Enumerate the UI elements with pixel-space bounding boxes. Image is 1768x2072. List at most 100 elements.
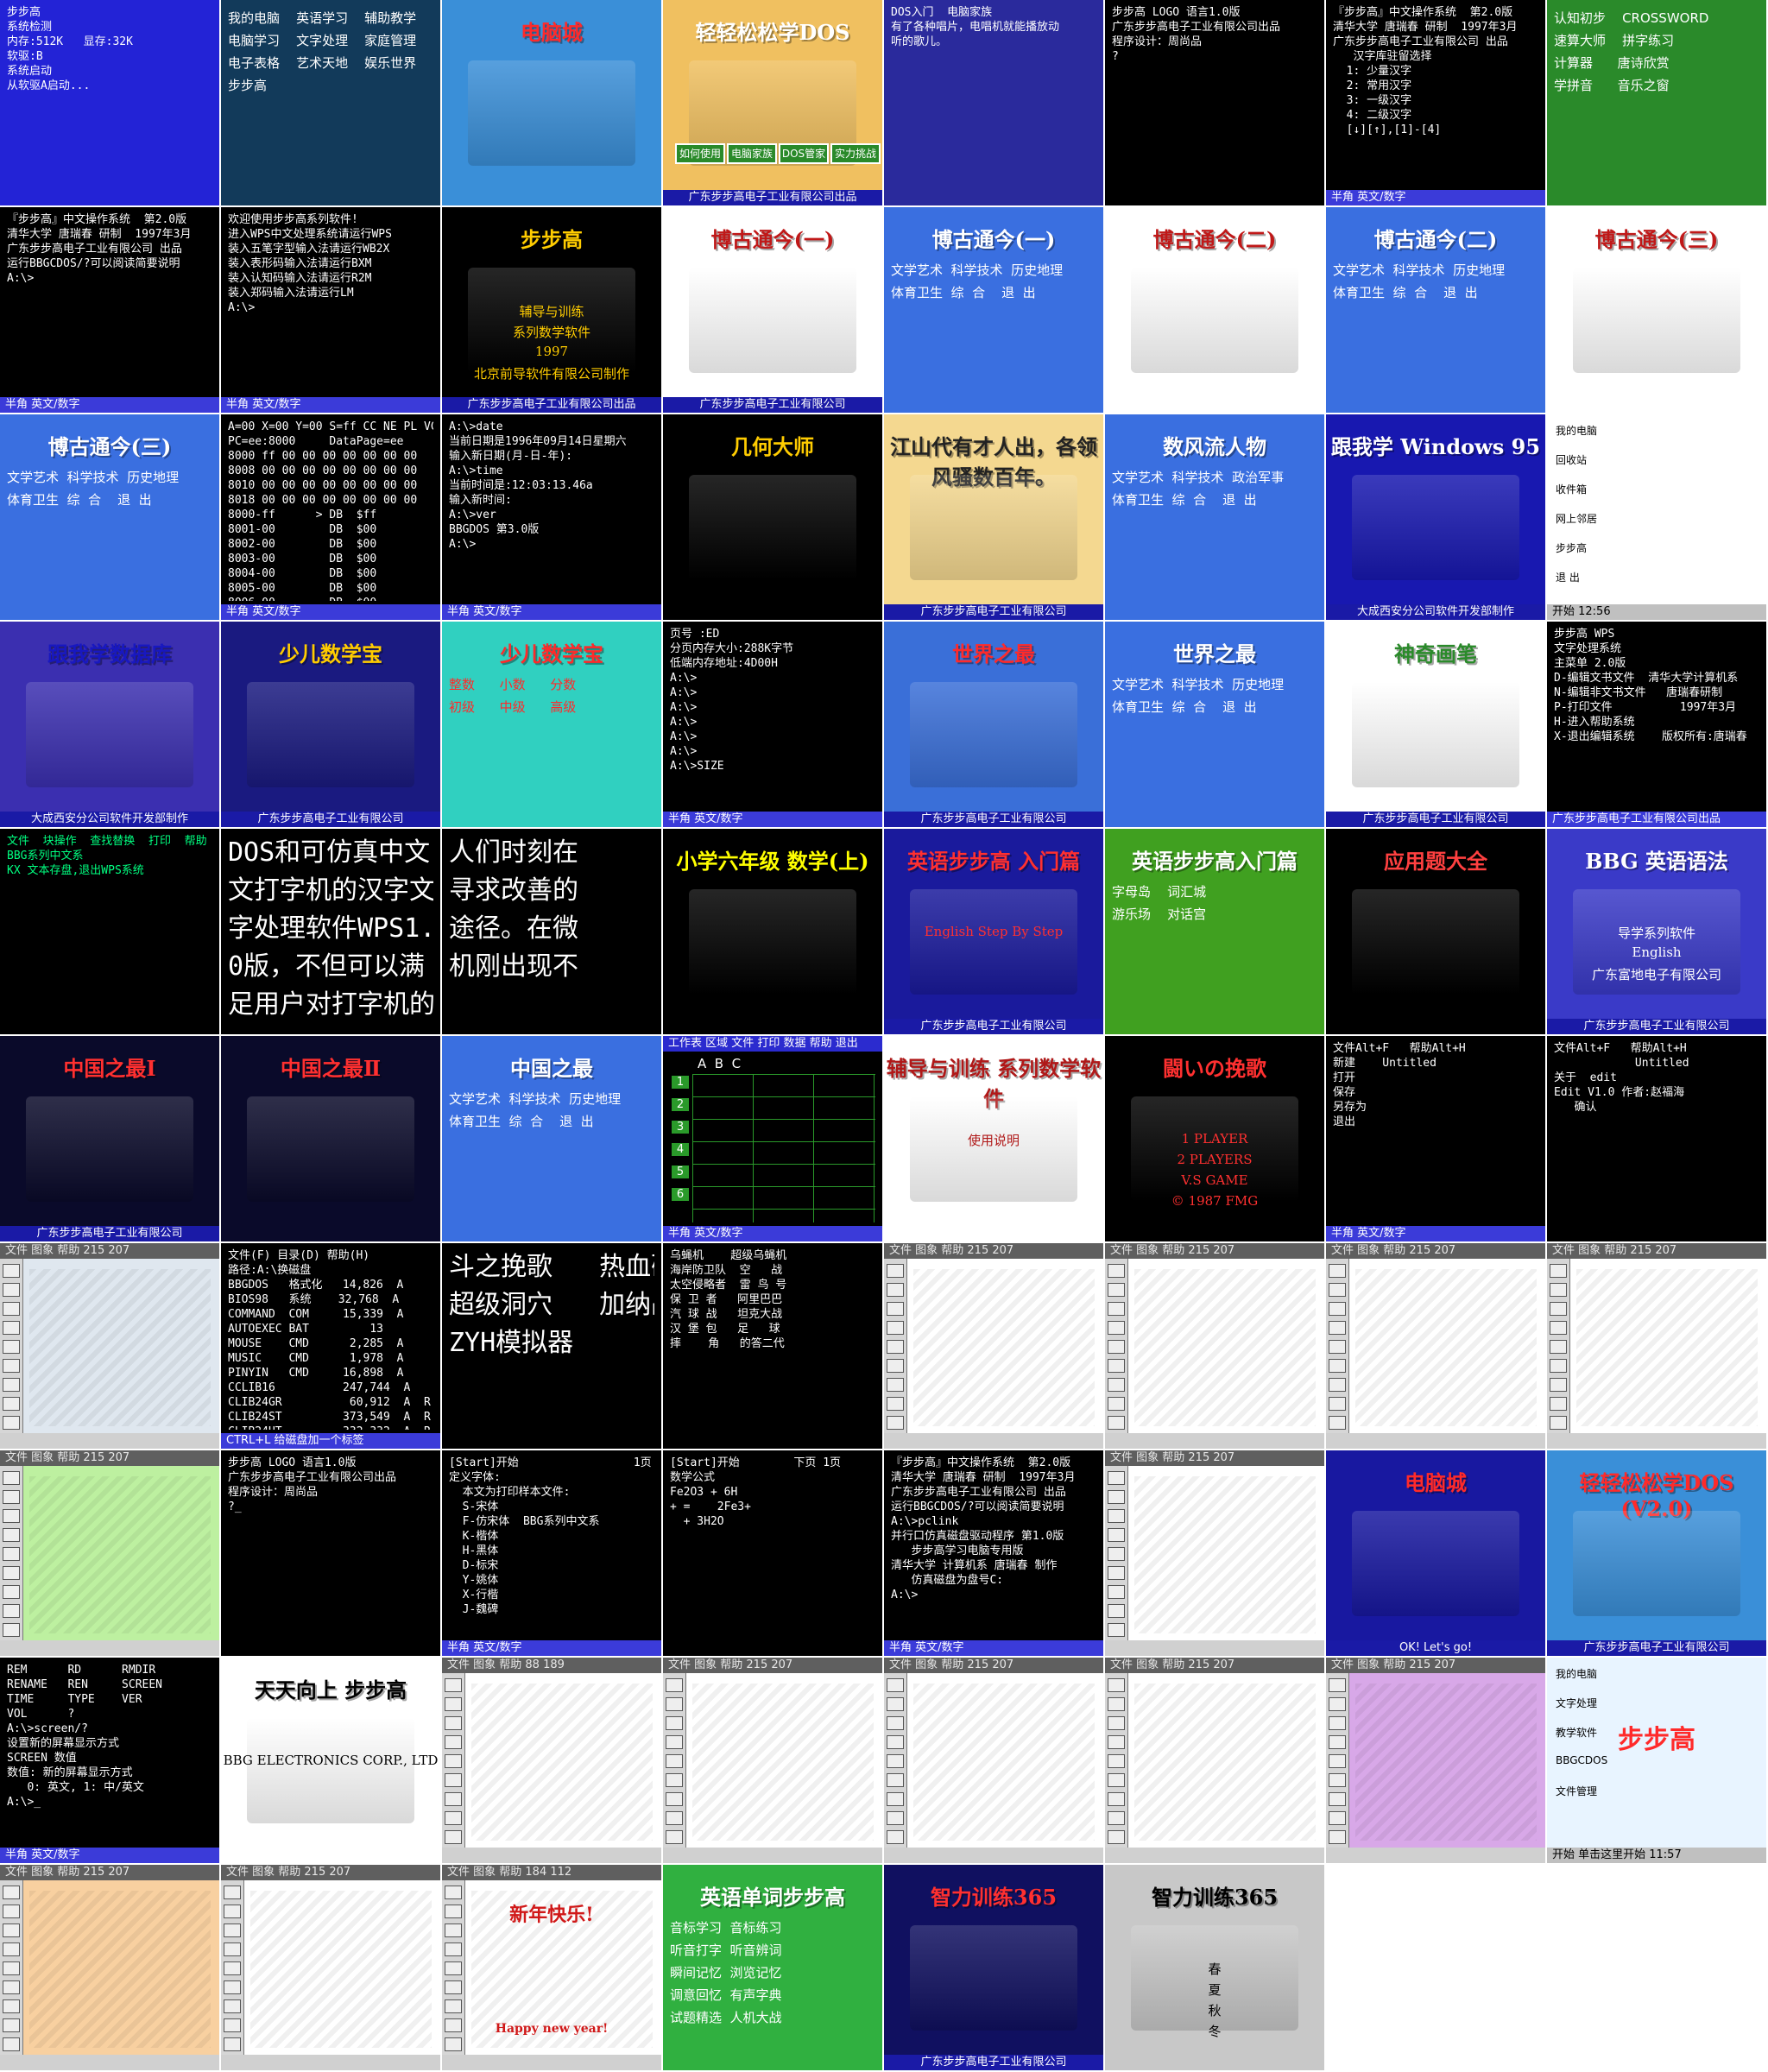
paint-tool-icon[interactable] xyxy=(224,1961,241,1975)
screenshot-tile[interactable]: 博古通今(三) xyxy=(1547,207,1766,413)
menu-option-row[interactable]: 文学艺术 科学技术 政治军事 xyxy=(1112,466,1317,489)
paint-tool-icon[interactable] xyxy=(666,1754,683,1768)
desktop-icon[interactable]: 文件管理 xyxy=(1556,1784,1597,1798)
desktop-icon[interactable]: 网上邻居 xyxy=(1556,511,1597,526)
desktop-icon[interactable]: 回收站 xyxy=(1556,452,1587,467)
menu-option-row[interactable]: 体育卫生 综 合 退 出 xyxy=(449,1110,654,1133)
screenshot-tile[interactable]: 世界之最 广东步步高电子工业有限公司 xyxy=(884,622,1103,827)
screenshot-tile[interactable]: 江山代有才人出，各领风骚数百年。广东步步高电子工业有限公司 xyxy=(884,414,1103,620)
paint-toolbox[interactable] xyxy=(884,1259,907,1449)
screenshot-tile[interactable]: 步步高 我的电脑 文字处理 教学软件 BBGCDOS 文件管理 开始 单击这里开始 11:5… xyxy=(1547,1658,1766,1863)
screenshot-tile[interactable]: 世界之最 文学艺术 科学技术 历史地理 体育卫生 综 合 退 出 xyxy=(1105,622,1324,827)
paint-tool-icon[interactable] xyxy=(1329,1830,1346,1844)
paint-tool-icon[interactable] xyxy=(3,1604,20,1618)
paint-tool-icon[interactable] xyxy=(3,1999,20,2013)
paint-tool-icon[interactable] xyxy=(666,1716,683,1730)
paint-tool-icon[interactable] xyxy=(1108,1490,1125,1504)
screenshot-tile[interactable]: 英语步步高入门篇 字母岛 词汇城 游乐场 对话宫 xyxy=(1105,829,1324,1034)
paint-tool-icon[interactable] xyxy=(887,1359,904,1373)
paint-tool-icon[interactable] xyxy=(445,1942,462,1956)
menu-option-row[interactable]: 初级 中级 高级 xyxy=(449,696,654,718)
screenshot-tile[interactable]: 轻轻松松学DOS (V2.0) 广东步步高电子工业有限公司 xyxy=(1547,1450,1766,1656)
paint-tool-icon[interactable] xyxy=(1108,1359,1125,1373)
paint-tool-icon[interactable] xyxy=(3,1471,20,1485)
screenshot-tile[interactable]: 文件 块操作 查找替换 打印 帮助 BBG系列中文系 KX 文本存盘,退出WPS系统 xyxy=(0,829,219,1034)
paint-tool-icon[interactable] xyxy=(224,1942,241,1956)
screenshot-tile[interactable]: 英语单词步步高 音标学习 音标练习 听音打字 听音辨词 瞬间记忆 浏览记忆 调意回忆 有… xyxy=(663,1865,882,2070)
paint-tool-icon[interactable] xyxy=(887,1340,904,1354)
paint-tool-icon[interactable] xyxy=(445,1754,462,1768)
screenshot-tile[interactable]: A=00 X=00 Y=00 S=ff CC NE PL VC PC=ee:800… xyxy=(221,414,440,620)
paint-tool-icon[interactable] xyxy=(887,1754,904,1768)
paint-tool-icon[interactable] xyxy=(3,1924,20,1937)
menu-option-row[interactable]: 体育卫生 综 合 退 出 xyxy=(7,489,212,511)
screenshot-tile[interactable]: 我的电脑 回收站 收件箱 网上邻居 步步高退 出开始 12:56 xyxy=(1547,414,1766,620)
paint-tool-icon[interactable] xyxy=(1108,1283,1125,1297)
paint-tool-icon[interactable] xyxy=(3,1490,20,1504)
paint-tool-icon[interactable] xyxy=(1550,1416,1567,1430)
screenshot-tile[interactable]: 天天向上 步步高 BBG ELECTRONICS CORP., LTD xyxy=(221,1658,440,1863)
paint-tool-icon[interactable] xyxy=(887,1792,904,1806)
paint-tool-icon[interactable] xyxy=(1108,1416,1125,1430)
screenshot-tile[interactable]: 中国之最Ⅰ 广东步步高电子工业有限公司 xyxy=(0,1036,219,1241)
screenshot-tile[interactable]: 步步高 辅导与训练 系列数学软件 1997 北京前导软件有限公司制作 广东步步高电子工业有… xyxy=(442,207,661,413)
menu-button[interactable]: 如何使用 xyxy=(675,143,725,164)
screenshot-tile[interactable]: 文件 图象 帮助 215 207 xyxy=(663,1658,882,1863)
screenshot-tile[interactable]: 轻轻松松学DOS 如何使用 电脑家族 DOS管家 实力挑战 广东步步高电子工业有限公司出品 xyxy=(663,0,882,205)
paint-tool-icon[interactable] xyxy=(1329,1340,1346,1354)
paint-tool-icon[interactable] xyxy=(1329,1811,1346,1825)
paint-tool-icon[interactable] xyxy=(887,1397,904,1411)
screenshot-tile[interactable]: 文件 图象 帮助 215 207 xyxy=(221,1865,440,2070)
screenshot-tile[interactable]: 文件 图象 帮助 215 207 xyxy=(0,1243,219,1449)
paint-toolbox[interactable] xyxy=(0,1259,23,1449)
menu-option-row[interactable]: 整数 小数 分数 xyxy=(449,673,654,696)
paint-tool-icon[interactable] xyxy=(1329,1378,1346,1392)
paint-tool-icon[interactable] xyxy=(3,1378,20,1392)
paint-tool-icon[interactable] xyxy=(3,1283,20,1297)
paint-tool-icon[interactable] xyxy=(1329,1678,1346,1692)
menu-option-row[interactable]: 体育卫生 综 合 退 出 xyxy=(1333,281,1538,304)
screenshot-tile[interactable]: 博古通今(一) 文学艺术 科学技术 历史地理 体育卫生 综 合 退 出 xyxy=(884,207,1103,413)
screenshot-tile[interactable]: BBG 英语语法 导学系列软件 English 广东富地电子有限公司 广东步步高电子工业… xyxy=(1547,829,1766,1034)
paint-toolbox[interactable] xyxy=(221,1880,244,2070)
paint-toolbox[interactable] xyxy=(442,1673,465,1863)
screenshot-tile[interactable]: 少儿数学宝 广东步步高电子工业有限公司 xyxy=(221,622,440,827)
paint-tool-icon[interactable] xyxy=(1108,1340,1125,1354)
paint-tool-icon[interactable] xyxy=(224,2037,241,2051)
screenshot-tile[interactable]: 智力训练365 春夏秋冬 xyxy=(1105,1865,1324,2070)
paint-tool-icon[interactable] xyxy=(445,2037,462,2051)
paint-toolbox[interactable] xyxy=(0,1880,23,2070)
paint-tool-icon[interactable] xyxy=(1550,1397,1567,1411)
desktop-icon[interactable]: 退 出 xyxy=(1556,570,1580,584)
paint-tool-icon[interactable] xyxy=(445,1999,462,2013)
screenshot-tile[interactable]: 文件Alt+F 帮助Alt+H 新建 Untitled 打开 保存 另存为 退出 半角 英文… xyxy=(1326,1036,1545,1241)
screenshot-tile[interactable]: 我的电脑 英语学习 辅助教学 电脑学习 文字处理 家庭管理 电子表格 艺术天地 娱乐… xyxy=(221,0,440,205)
paint-tool-icon[interactable] xyxy=(3,1509,20,1523)
screenshot-tile[interactable]: 博古通今(二) xyxy=(1105,207,1324,413)
paint-tool-icon[interactable] xyxy=(224,1886,241,1899)
menu-option-row[interactable]: 电子表格 艺术天地 娱乐世界 xyxy=(228,52,433,74)
paint-toolbox[interactable] xyxy=(0,1466,23,1656)
paint-tool-icon[interactable] xyxy=(3,1397,20,1411)
menu-option-row[interactable]: 速算大师 拼字练习 xyxy=(1554,29,1759,52)
paint-tool-icon[interactable] xyxy=(3,1980,20,1994)
paint-tool-icon[interactable] xyxy=(887,1416,904,1430)
paint-tool-icon[interactable] xyxy=(3,1585,20,1599)
paint-toolbox[interactable] xyxy=(1105,1673,1128,1863)
paint-tool-icon[interactable] xyxy=(666,1697,683,1711)
menu-option-row[interactable]: 学拼音 音乐之窗 xyxy=(1554,74,1759,97)
screenshot-tile[interactable]: 应用题大全 xyxy=(1326,829,1545,1034)
paint-tool-icon[interactable] xyxy=(887,1378,904,1392)
paint-tool-icon[interactable] xyxy=(1108,1773,1125,1787)
paint-tool-icon[interactable] xyxy=(1108,1321,1125,1335)
screenshot-tile[interactable]: 文件(F) 目录(D) 帮助(H) 路径:A:\换磁盘 BBGDOS 格式化 14,… xyxy=(221,1243,440,1449)
screenshot-tile[interactable]: 英语步步高 入门篇 English Step By Step 广东步步高电子工业有限… xyxy=(884,829,1103,1034)
paint-tool-icon[interactable] xyxy=(1329,1397,1346,1411)
paint-tool-icon[interactable] xyxy=(666,1830,683,1844)
screenshot-tile[interactable]: DOS入门 电脑家族 有了各种唱片，电唱机就能播放动 听的歌儿。 xyxy=(884,0,1103,205)
paint-tool-icon[interactable] xyxy=(445,1886,462,1899)
screenshot-tile[interactable]: 博古通今(三) 文学艺术 科学技术 历史地理 体育卫生 综 合 退 出 xyxy=(0,414,219,620)
paint-toolbox[interactable] xyxy=(1326,1673,1349,1863)
paint-tool-icon[interactable] xyxy=(1108,1264,1125,1278)
paint-tool-icon[interactable] xyxy=(224,1905,241,1918)
